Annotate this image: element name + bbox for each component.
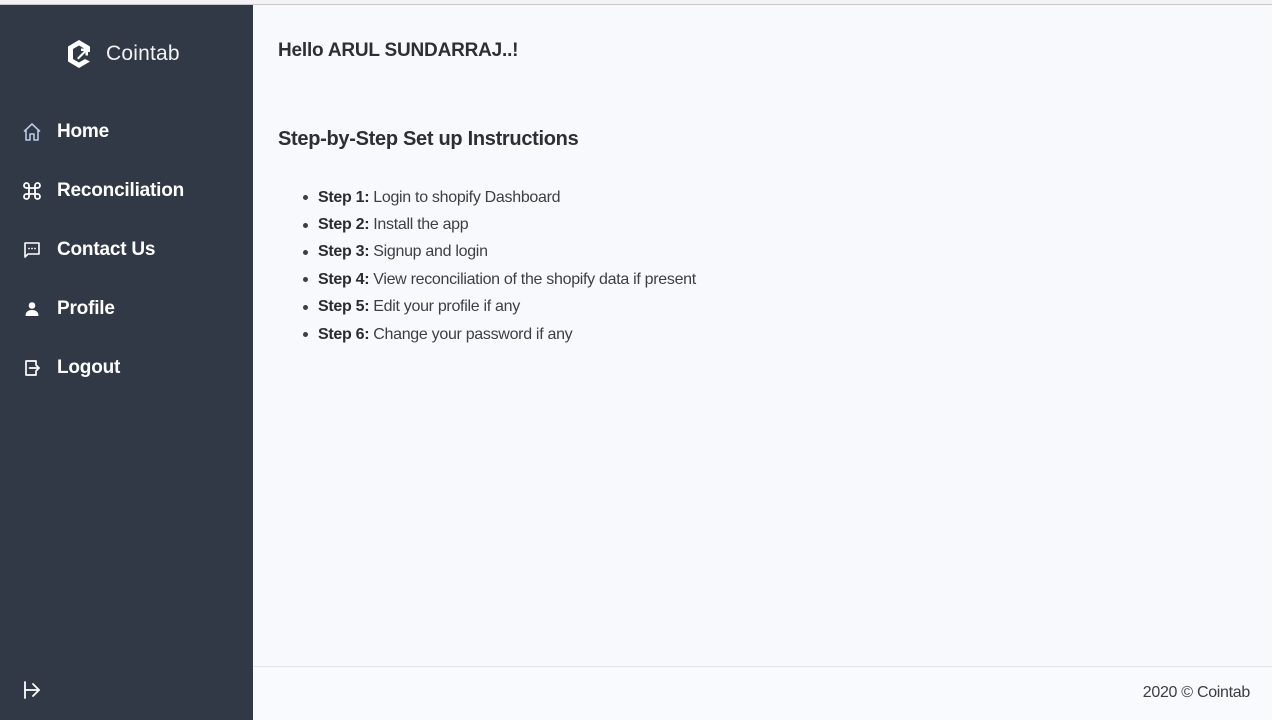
- instruction-step: Step 2: Install the app: [303, 211, 696, 238]
- sidebar-item-logout[interactable]: Logout: [0, 338, 253, 397]
- instructions-list: Step 1: Login to shopify Dashboard Step …: [303, 184, 696, 348]
- sidebar-item-label: Profile: [57, 297, 115, 319]
- sidebar-item-contact-us[interactable]: Contact Us: [0, 220, 253, 279]
- sidebar-toggle-button[interactable]: [22, 680, 42, 704]
- user-icon: [22, 299, 42, 319]
- step-key: Step 5:: [318, 298, 370, 316]
- sidebar-item-profile[interactable]: Profile: [0, 279, 253, 338]
- bullet-icon: [303, 249, 308, 255]
- sidebar-item-label: Home: [57, 120, 109, 142]
- step-text: View reconciliation of the shopify data …: [373, 270, 696, 288]
- step-text: Edit your profile if any: [373, 298, 520, 316]
- greeting-heading: Hello ARUL SUNDARRAJ..!: [278, 40, 519, 61]
- instruction-step: Step 6: Change your password if any: [303, 321, 696, 348]
- step-text: Change your password if any: [373, 325, 573, 343]
- sidebar-item-label: Logout: [57, 356, 121, 378]
- step-text: Signup and login: [373, 243, 488, 261]
- step-key: Step 2:: [318, 216, 370, 234]
- step-key: Step 4:: [318, 270, 370, 288]
- sidebar-item-home[interactable]: Home: [0, 102, 253, 161]
- sidebar-item-label: Reconciliation: [57, 179, 185, 201]
- arrow-right-from-line-icon: [22, 679, 42, 706]
- logout-icon: [22, 358, 42, 378]
- message-square-icon: [22, 240, 42, 260]
- copyright-text: 2020 © Cointab: [1142, 684, 1251, 701]
- bullet-icon: [303, 195, 308, 201]
- instructions-title: Step-by-Step Set up Instructions: [278, 128, 579, 150]
- step-key: Step 6:: [318, 325, 370, 343]
- cointab-logo-icon: [66, 39, 92, 69]
- home-icon: [22, 122, 42, 142]
- instruction-step: Step 1: Login to shopify Dashboard: [303, 184, 696, 211]
- command-icon: [22, 181, 42, 201]
- step-text: Install the app: [373, 216, 469, 234]
- bullet-icon: [303, 222, 308, 228]
- brand-name: Cointab: [106, 42, 180, 65]
- bullet-icon: [303, 277, 308, 283]
- step-key: Step 1:: [318, 188, 370, 206]
- step-key: Step 3:: [318, 243, 370, 261]
- window-right-edge: [1272, 0, 1280, 720]
- main-content: Hello ARUL SUNDARRAJ..! Step-by-Step Set…: [253, 6, 1272, 666]
- bullet-icon: [303, 332, 308, 338]
- instruction-step: Step 5: Edit your profile if any: [303, 294, 696, 321]
- sidebar-item-reconciliation[interactable]: Reconciliation: [0, 161, 253, 220]
- footer: 2020 © Cointab: [253, 666, 1272, 720]
- sidebar-nav: Home Reconciliation Contact Us Profile L…: [0, 102, 253, 397]
- instruction-step: Step 4: View reconciliation of the shopi…: [303, 266, 696, 293]
- sidebar: Cointab Home Reconciliation Contact Us P…: [0, 5, 253, 720]
- brand-logo[interactable]: Cointab: [66, 36, 180, 72]
- sidebar-item-label: Contact Us: [57, 238, 156, 260]
- bullet-icon: [303, 304, 308, 310]
- instruction-step: Step 3: Signup and login: [303, 239, 696, 266]
- step-text: Login to shopify Dashboard: [373, 188, 561, 206]
